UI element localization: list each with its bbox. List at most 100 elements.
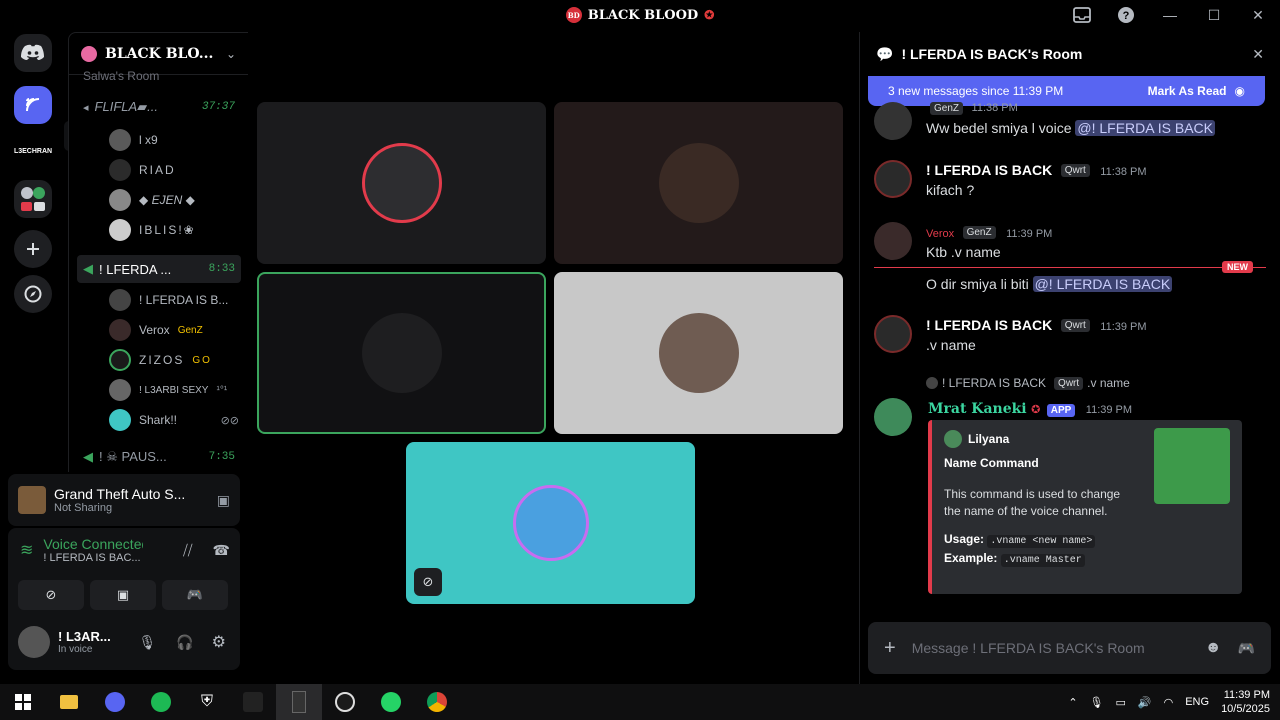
bot-embed: Lilyana Name Command This command is use… bbox=[928, 420, 1242, 594]
channel-timer: 8:33 bbox=[208, 263, 235, 275]
avatar[interactable] bbox=[18, 626, 50, 658]
chevron-up-icon[interactable]: ⌃ bbox=[1068, 696, 1077, 709]
close-chat-button[interactable]: ✕ bbox=[1252, 46, 1264, 63]
message-input[interactable]: Message ! LFERDA IS BACK's Room bbox=[912, 640, 1189, 656]
clock[interactable]: 11:39 PM 10/5/2025 bbox=[1221, 688, 1270, 717]
disconnect-icon[interactable]: ☎ bbox=[213, 542, 230, 559]
avatar[interactable] bbox=[874, 222, 912, 260]
video-tile[interactable] bbox=[554, 102, 843, 264]
screen-share-button[interactable]: ▣ bbox=[90, 580, 156, 610]
discord-home-icon[interactable] bbox=[14, 34, 52, 72]
minimize-button[interactable]: — bbox=[1148, 0, 1192, 30]
voice-member[interactable]: ZIZOS GO bbox=[109, 347, 239, 373]
noise-suppression-icon[interactable]: ⧸⧸ bbox=[183, 542, 193, 559]
message-author[interactable]: Verox bbox=[926, 228, 954, 240]
voice-member[interactable]: IBLIS!❀ bbox=[109, 217, 239, 243]
voice-channel-name[interactable]: ! LFERDA IS BAC... bbox=[43, 552, 173, 564]
game-title: Grand Theft Auto S... bbox=[54, 486, 186, 502]
message-text: .v name bbox=[926, 337, 976, 353]
server-avatar-icon bbox=[81, 45, 97, 62]
video-tile[interactable] bbox=[257, 102, 546, 264]
windows-start-icon[interactable] bbox=[0, 684, 46, 720]
voice-member[interactable]: l x9 bbox=[109, 127, 239, 153]
file-explorer-icon[interactable] bbox=[46, 684, 92, 720]
camera-toggle-button[interactable]: ⊘ bbox=[18, 580, 84, 610]
message-author[interactable]: ! LFERDA IS BACK bbox=[926, 317, 1052, 333]
avatar[interactable] bbox=[874, 398, 912, 436]
signal-icon[interactable]: ≋ bbox=[20, 540, 33, 560]
emoji-icon[interactable]: ☻ bbox=[1205, 639, 1222, 657]
server-l3echran-icon[interactable]: L3ECHRAN bbox=[14, 132, 52, 170]
user-mention[interactable]: @! LFERDA IS BACK bbox=[1032, 276, 1173, 292]
mark-as-read-button[interactable]: Mark As Read bbox=[1148, 84, 1227, 98]
voice-member[interactable]: ! L3ARBI SEXY ¹°¹ bbox=[109, 377, 239, 403]
title-emblem-icon: ✪ bbox=[704, 8, 715, 22]
window-controls: ? — ☐ ✕ bbox=[1060, 0, 1280, 30]
video-tile[interactable] bbox=[554, 272, 843, 434]
speaker-icon: ◂ bbox=[83, 101, 89, 114]
participant-avatar bbox=[361, 143, 442, 223]
video-tile[interactable]: ⊘ bbox=[406, 442, 695, 604]
stream-game-icon[interactable]: ▣ bbox=[217, 492, 230, 509]
voice-channel-flifla[interactable]: ◂ FLIFLA▰... 37:37 bbox=[77, 93, 241, 121]
shield-icon[interactable]: ⛨ bbox=[184, 684, 230, 720]
avatar[interactable] bbox=[874, 315, 912, 353]
voice-member[interactable]: ◆ EJEN ◆ bbox=[109, 187, 239, 213]
maximize-button[interactable]: ☐ bbox=[1192, 0, 1236, 30]
message-text: Ktb .v name bbox=[926, 244, 1001, 260]
add-attachment-icon[interactable]: + bbox=[884, 637, 896, 660]
gamepad-icon[interactable]: 🎮 bbox=[1238, 640, 1255, 657]
new-label: NEW bbox=[1222, 261, 1253, 273]
chrome-icon[interactable] bbox=[414, 684, 460, 720]
member-name: ! LFERDA IS B... bbox=[139, 293, 229, 307]
voice-channel-lferda[interactable]: ◀ ! LFERDA ... 8:33 bbox=[77, 255, 241, 283]
user-mention[interactable]: @! LFERDA IS BACK bbox=[1075, 120, 1215, 136]
server-logo-icon: BD bbox=[565, 7, 582, 23]
app-bh-icon[interactable] bbox=[230, 684, 276, 720]
video-tile-speaking[interactable] bbox=[257, 272, 546, 434]
add-server-icon[interactable] bbox=[14, 230, 52, 268]
gear-icon[interactable]: ⚙ bbox=[212, 632, 226, 652]
wifi-icon[interactable]: ◠ bbox=[1164, 696, 1174, 709]
server-folder-icon[interactable] bbox=[14, 180, 52, 218]
discover-compass-icon[interactable] bbox=[14, 275, 52, 313]
headphones-icon[interactable]: 🎧 bbox=[176, 634, 193, 651]
obs-icon[interactable] bbox=[322, 684, 368, 720]
voice-member[interactable]: ! LFERDA IS B... bbox=[109, 287, 239, 313]
volume-icon[interactable]: 🔊 bbox=[1138, 696, 1152, 709]
close-window-button[interactable]: ✕ bbox=[1236, 0, 1280, 30]
microphone-tray-icon[interactable]: 🎙 bbox=[1090, 696, 1104, 709]
voice-member[interactable]: Shark!! ⊘⊘ bbox=[109, 407, 239, 433]
voice-member[interactable]: RIAD bbox=[109, 157, 239, 183]
participant-avatar bbox=[658, 143, 739, 223]
message-author[interactable]: Mrat Kaneki bbox=[928, 401, 1027, 417]
message-text: Ww bedel smiya l voice @! LFERDA IS BACK bbox=[926, 120, 1215, 136]
voice-connected-label: Voice Connected bbox=[43, 536, 144, 552]
member-name: ZIZOS bbox=[139, 353, 185, 367]
member-tag: GO bbox=[192, 354, 212, 366]
help-icon[interactable]: ? bbox=[1104, 0, 1148, 30]
logs-server-icon[interactable] bbox=[14, 86, 52, 124]
voice-member[interactable]: Verox GenZ bbox=[109, 317, 239, 343]
voice-channel-pause[interactable]: ◀ ! ☠ PAUS... 7:35 bbox=[77, 443, 241, 471]
message-author[interactable]: ! LFERDA IS BACK bbox=[926, 162, 1052, 178]
spotify-icon[interactable] bbox=[138, 684, 184, 720]
channel-partial[interactable]: Salwa's Room bbox=[77, 69, 241, 83]
avatar[interactable] bbox=[874, 160, 912, 198]
muted-deafened-icon: ⊘⊘ bbox=[220, 414, 239, 427]
activities-button[interactable]: 🎮 bbox=[162, 580, 228, 610]
chat-message: ! LFERDA IS BACK Qwrt 11:38 PM kifach ? bbox=[874, 160, 1266, 204]
active-app-icon[interactable] bbox=[276, 684, 322, 720]
avatar bbox=[109, 379, 131, 401]
embed-thumbnail[interactable] bbox=[1154, 428, 1230, 504]
chevron-down-icon[interactable]: ⌄ bbox=[226, 47, 236, 61]
embed-author: Lilyana bbox=[968, 432, 1010, 446]
reply-reference[interactable]: ! LFERDA IS BACK Qwrt .v name bbox=[926, 376, 1130, 390]
microphone-icon[interactable]: 🎙 bbox=[138, 634, 156, 651]
whatsapp-icon[interactable] bbox=[368, 684, 414, 720]
inbox-icon[interactable] bbox=[1060, 0, 1104, 30]
system-tray: ⌃ 🎙 ▭ 🔊 ◠ ENG 11:39 PM 10/5/2025 bbox=[1068, 684, 1270, 720]
battery-icon[interactable]: ▭ bbox=[1116, 696, 1126, 709]
discord-taskbar-icon[interactable] bbox=[92, 684, 138, 720]
language-indicator[interactable]: ENG bbox=[1185, 696, 1209, 708]
